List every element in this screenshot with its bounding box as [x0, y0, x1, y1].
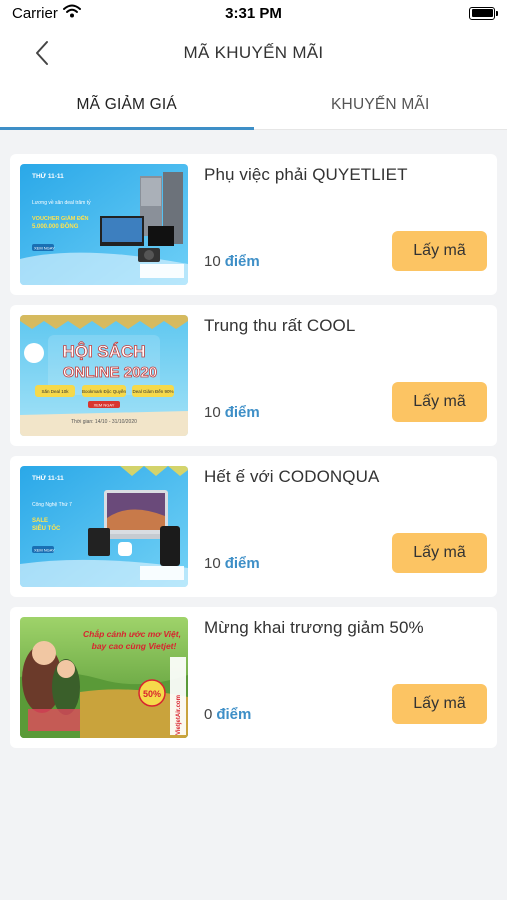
banner-cta: XEM NGAY — [34, 548, 55, 553]
voucher-card[interactable]: Chắp cánh ước mơ Việt, bay cao cùng Viet… — [10, 607, 497, 748]
banner-line: Lương về săn deal trăm tỷ — [32, 199, 91, 206]
banner-tag: Săn Deal 10k — [41, 389, 69, 394]
status-bar: Carrier 3:31 PM — [0, 0, 507, 26]
banner-headline: bay cao cùng Vietjet! — [92, 641, 177, 651]
voucher-card[interactable]: THỨ 11-11 Lương về săn deal trăm tỷ VOUC… — [10, 154, 497, 295]
banner-line: Công Nghệ Thứ 7 — [32, 502, 72, 508]
banner-brand: VietjetAir.com — [176, 695, 182, 735]
banner-badge: 50% — [143, 689, 161, 699]
banner-dates: Thời gian: 14/10 - 31/10/2020 — [71, 419, 137, 425]
voucher-info: Mừng khai trương giảm 50% 0 điểm Lấy mã — [188, 617, 487, 738]
points-value: 0 — [204, 706, 213, 723]
banner-line: 5.000.000 ĐỒNG — [32, 223, 79, 230]
banner-headline: HỘI SÁCH — [62, 342, 145, 361]
nav-bar: MÃ KHUYẾN MÃI — [0, 26, 507, 80]
voucher-title: Mừng khai trương giảm 50% — [204, 618, 424, 637]
banner-date-tag: THỨ 11-11 — [32, 171, 64, 180]
voucher-banner-image: HỘI SÁCH ONLINE 2020 Săn Deal 10k Bookma… — [20, 315, 188, 436]
banner-line: SIÊU TỐC — [32, 524, 61, 532]
voucher-info: Trung thu rất COOL 10 điểm Lấy mã — [188, 315, 487, 436]
voucher-banner-image: Chắp cánh ước mơ Việt, bay cao cùng Viet… — [20, 617, 188, 738]
voucher-card[interactable]: HỘI SÁCH ONLINE 2020 Săn Deal 10k Bookma… — [10, 305, 497, 446]
voucher-points: 0 điểm — [204, 706, 251, 723]
banner-tag: Bookmark Độc Quyền — [82, 389, 127, 394]
voucher-title: Hết ế với CODONQUA — [204, 467, 380, 486]
voucher-points: 10 điểm — [204, 404, 260, 421]
banner-date-tag: THỨ 11-11 — [32, 473, 64, 482]
voucher-info: Phụ việc phải QUYETLIET 10 điểm Lấy mã — [188, 164, 487, 285]
top-section: Carrier 3:31 PM MÃ KHUYẾN MÃI MÃ GIẢM GI… — [0, 0, 507, 130]
points-unit: điểm — [224, 555, 260, 572]
voucher-banner-image: THỨ 11-11 Công Nghệ Thứ 7 SALE SIÊU TỐC … — [20, 466, 188, 587]
status-left: Carrier — [12, 4, 81, 22]
points-value: 10 — [204, 404, 221, 421]
banner-headline: Chắp cánh ước mơ Việt, — [83, 628, 181, 639]
chevron-left-icon — [36, 41, 48, 65]
banner-cta: XEM NGAY — [94, 403, 115, 408]
voucher-info: Hết ế với CODONQUA 10 điểm Lấy mã — [188, 466, 487, 587]
wifi-icon — [62, 4, 81, 22]
banner-tag: Deal Giảm Đến 90% — [132, 389, 173, 394]
banner-headline: ONLINE 2020 — [63, 364, 157, 381]
voucher-title: Trung thu rất COOL — [204, 316, 356, 335]
voucher-banner-image: THỨ 11-11 Lương về săn deal trăm tỷ VOUC… — [20, 164, 188, 285]
get-code-button[interactable]: Lấy mã — [392, 231, 487, 271]
voucher-points: 10 điểm — [204, 555, 260, 572]
battery-icon — [469, 6, 498, 20]
banner-line: SALE — [32, 518, 48, 524]
page-title: MÃ KHUYẾN MÃI — [183, 43, 324, 62]
voucher-list: THỨ 11-11 Lương về săn deal trăm tỷ VOUC… — [0, 130, 507, 748]
banner-cta: XEM NGAY — [34, 246, 55, 251]
tab-bar: MÃ GIẢM GIÁ KHUYẾN MÃI — [0, 80, 507, 130]
carrier-label: Carrier — [12, 4, 58, 22]
tab-promotions[interactable]: KHUYẾN MÃI — [254, 80, 507, 129]
points-unit: điểm — [224, 404, 260, 421]
points-unit: điểm — [216, 706, 252, 723]
voucher-points: 10 điểm — [204, 253, 260, 270]
points-value: 10 — [204, 253, 221, 270]
banner-line: VOUCHER GIẢM ĐẾN — [32, 215, 89, 222]
tab-discount-codes[interactable]: MÃ GIẢM GIÁ — [0, 80, 254, 129]
points-unit: điểm — [224, 253, 260, 270]
get-code-button[interactable]: Lấy mã — [392, 533, 487, 573]
get-code-button[interactable]: Lấy mã — [392, 382, 487, 422]
voucher-card[interactable]: THỨ 11-11 Công Nghệ Thứ 7 SALE SIÊU TỐC … — [10, 456, 497, 597]
voucher-title: Phụ việc phải QUYETLIET — [204, 165, 408, 184]
active-tab-indicator — [0, 127, 254, 130]
points-value: 10 — [204, 555, 221, 572]
back-button[interactable] — [26, 37, 58, 69]
get-code-button[interactable]: Lấy mã — [392, 684, 487, 724]
